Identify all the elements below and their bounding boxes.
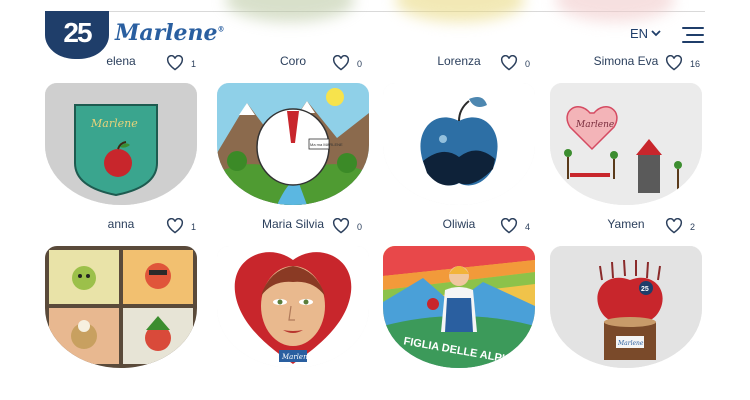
- like-count: 1: [191, 59, 197, 69]
- artwork-image[interactable]: Marlene: [45, 83, 197, 205]
- like-count: 16: [690, 59, 701, 69]
- heart-icon[interactable]: [500, 55, 518, 71]
- like-count: 2: [690, 222, 696, 232]
- stump-tag-text: Marlene: [617, 340, 644, 347]
- artwork-image[interactable]: [383, 83, 535, 205]
- artwork-image[interactable]: Ma ma MARLENE: [217, 83, 369, 205]
- artwork-image[interactable]: 25 Marlene: [550, 246, 702, 368]
- blurred-artwork: [395, 0, 525, 22]
- artwork-image[interactable]: Marlene: [217, 246, 369, 368]
- artwork-image[interactable]: [45, 246, 197, 368]
- badge-text: Ma ma MARLENE: [310, 142, 343, 147]
- brand-name: Marlene: [115, 20, 218, 46]
- language-selector[interactable]: EN: [630, 26, 661, 41]
- shield-text: Marlene: [90, 117, 138, 130]
- brand-mark: ®: [217, 24, 225, 34]
- heart-icon[interactable]: [166, 55, 184, 71]
- like-count: 0: [357, 222, 363, 232]
- like-count: 4: [525, 222, 531, 232]
- logo-number: 25: [63, 17, 92, 48]
- like-count: 1: [191, 222, 197, 232]
- like-count: 0: [525, 59, 531, 69]
- drawing-text: Marlene: [575, 120, 614, 130]
- like-count: 0: [357, 59, 363, 69]
- heart-icon[interactable]: [332, 218, 350, 234]
- heart-icon[interactable]: [332, 55, 350, 71]
- logo-badge[interactable]: 25: [45, 11, 109, 59]
- artwork-image[interactable]: Marlene: [550, 83, 702, 205]
- heart-icon[interactable]: [665, 55, 683, 71]
- tag-text: Marlene: [281, 353, 312, 361]
- apple-number: 25: [641, 286, 649, 293]
- heart-icon[interactable]: [166, 218, 184, 234]
- heart-icon[interactable]: [500, 218, 518, 234]
- artwork-image[interactable]: FIGLIA DELLE ALPI: [383, 246, 535, 368]
- gallery-frame: 25 Marlene® EN elena 1 Coro 0 Lorenza 0: [45, 0, 705, 400]
- heart-icon[interactable]: [665, 218, 683, 234]
- brand-logo[interactable]: Marlene®: [115, 20, 225, 46]
- chevron-down-icon: [651, 30, 661, 37]
- language-label: EN: [630, 26, 649, 41]
- blurred-artwork: [225, 0, 355, 22]
- blurred-artwork: [555, 0, 675, 22]
- hamburger-menu-icon[interactable]: [682, 27, 704, 43]
